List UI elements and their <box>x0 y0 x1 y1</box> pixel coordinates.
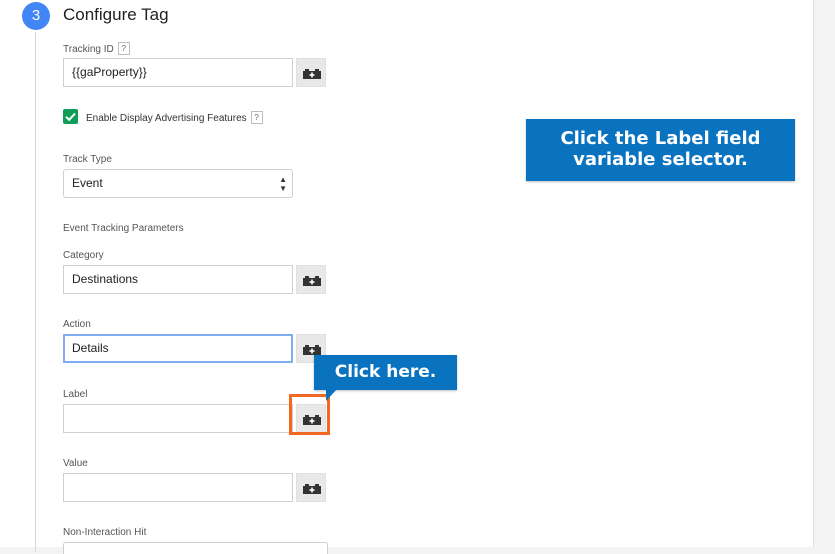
track-type-selected-value: Event <box>72 176 103 190</box>
action-label: Action <box>63 319 91 330</box>
step-number-badge: 3 <box>22 2 50 30</box>
lego-brick-plus-icon <box>303 69 321 79</box>
non-interaction-select[interactable] <box>63 542 328 554</box>
step-connector-line <box>35 32 36 552</box>
instruction-callout: Click the Label field variable selector. <box>526 119 795 181</box>
label-input[interactable] <box>63 404 293 433</box>
track-type-label: Track Type <box>63 154 112 165</box>
configure-tag-panel: 3 Configure Tag Tracking ID? {{gaPropert… <box>0 0 814 554</box>
lego-brick-plus-icon <box>303 484 321 494</box>
tracking-id-label: Tracking ID? <box>63 42 130 55</box>
checkmark-icon <box>65 112 76 122</box>
display-advertising-help-icon[interactable]: ? <box>250 111 263 124</box>
display-advertising-label-text: Enable Display Advertising Features <box>86 113 247 124</box>
click-here-callout-tail <box>326 389 337 401</box>
display-advertising-checkbox[interactable] <box>63 109 78 124</box>
tracking-id-input[interactable]: {{gaProperty}} <box>63 58 293 87</box>
display-advertising-label: Enable Display Advertising Features? <box>86 111 263 124</box>
value-variable-button[interactable] <box>296 473 326 502</box>
event-tracking-heading: Event Tracking Parameters <box>63 223 184 234</box>
category-input[interactable]: Destinations <box>63 265 293 294</box>
click-here-callout: Click here. <box>314 355 457 390</box>
lego-brick-plus-icon <box>303 345 321 355</box>
section-title: Configure Tag <box>63 5 169 24</box>
label-variable-highlight <box>289 394 330 435</box>
up-down-arrows-icon: ▲ ▼ <box>279 175 287 193</box>
tracking-id-label-text: Tracking ID <box>63 44 114 55</box>
tracking-id-help-icon[interactable]: ? <box>117 42 130 55</box>
non-interaction-label: Non-Interaction Hit <box>63 527 147 538</box>
value-input[interactable] <box>63 473 293 502</box>
category-variable-button[interactable] <box>296 265 326 294</box>
track-type-select[interactable]: Event ▲ ▼ <box>63 169 293 198</box>
lego-brick-plus-icon <box>303 276 321 286</box>
action-input[interactable]: Details <box>63 334 293 363</box>
category-label: Category <box>63 250 104 261</box>
tracking-id-variable-button[interactable] <box>296 58 326 87</box>
label-label: Label <box>63 389 88 400</box>
value-label: Value <box>63 458 88 469</box>
